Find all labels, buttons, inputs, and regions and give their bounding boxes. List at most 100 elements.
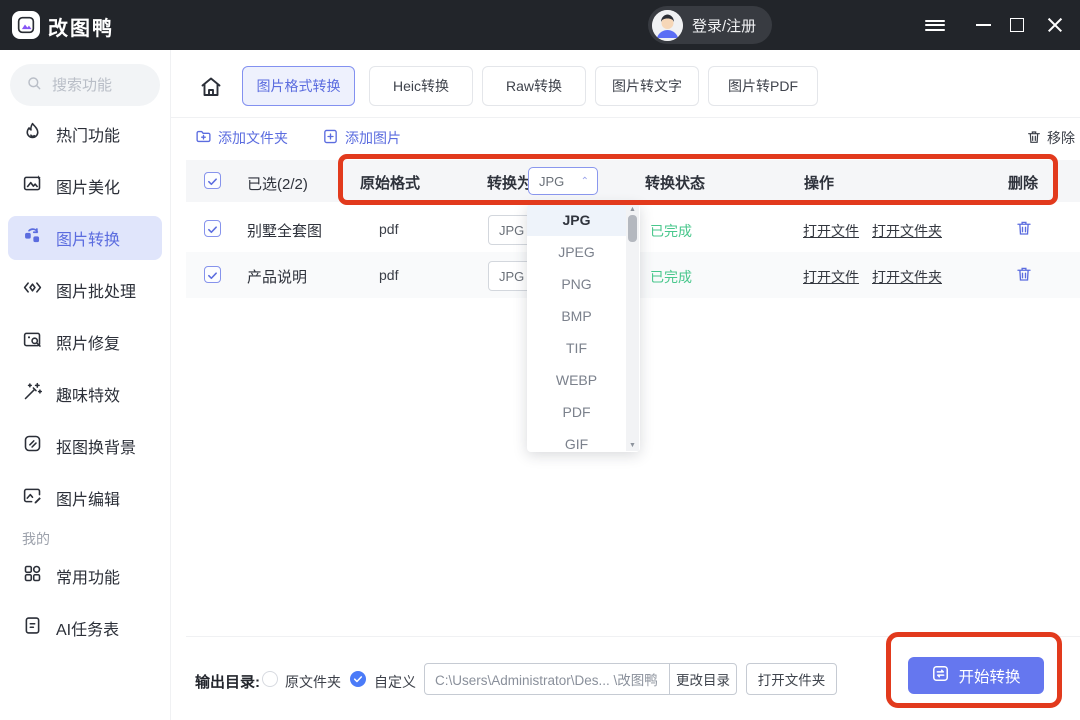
minimize-icon[interactable] [966,0,1000,50]
radio-original-folder[interactable] [262,671,278,687]
add-image-icon [322,128,339,148]
output-path-group: 更改目录 [424,663,737,695]
footer-divider [186,636,1080,637]
sidebar-item-image-convert[interactable]: 图片转换 [8,216,162,260]
sidebar-item-label: 图片编辑 [56,486,120,510]
divider [170,117,1080,118]
photo-repair-icon [22,329,43,355]
start-convert-button[interactable]: 开始转换 [908,657,1044,694]
app-title: 改图鸭 [48,12,114,41]
change-dir-button[interactable]: 更改目录 [670,664,736,694]
tab-image-to-text[interactable]: 图片转文字 [595,66,699,106]
dropdown-option-webp[interactable]: WEBP [527,364,626,396]
batch-icon [22,277,43,303]
sidebar-item-batch-process[interactable]: 图片批处理 [8,268,162,312]
tab-image-format-convert[interactable]: 图片格式转换 [242,66,355,106]
sidebar-item-label: 图片批处理 [56,278,136,302]
dropdown-option-png[interactable]: PNG [527,268,626,300]
row-checkbox[interactable] [204,220,221,237]
sidebar-item-label: 热门功能 [56,122,120,146]
maximize-icon[interactable] [1000,0,1034,50]
magic-wand-icon [22,381,43,407]
original-format-value: pdf [379,221,398,237]
home-icon[interactable] [199,75,223,104]
column-status: 转换状态 [645,172,705,193]
sidebar: 热门功能 图片美化 图片转换 [0,50,171,720]
scroll-up-icon[interactable]: ▲ [626,206,639,213]
add-image-button[interactable]: 添加图片 [322,126,401,150]
close-icon[interactable] [1038,0,1072,50]
dropdown-option-jpeg[interactable]: JPEG [527,236,626,268]
tab-label: Heic转换 [393,76,449,96]
sidebar-item-ai-task-list[interactable]: AI任务表 [8,606,162,650]
sidebar-item-image-edit[interactable]: 图片编辑 [8,476,162,520]
scrollbar-thumb[interactable] [628,215,637,242]
format-dropdown-menu: JPG JPEG PNG BMP TIF WEBP PDF GIF ▲ ▼ [527,204,640,452]
delete-row-button[interactable] [1015,265,1033,288]
titlebar: 改图鸭 登录/注册 [0,0,1080,50]
add-folder-label: 添加文件夹 [218,128,288,148]
sidebar-item-label: 照片修复 [56,330,120,354]
dropdown-option-gif[interactable]: GIF [527,428,626,452]
open-file-link[interactable]: 打开文件 [803,221,859,241]
dropdown-option-bmp[interactable]: BMP [527,300,626,332]
file-name: 别墅全套图 [247,220,322,241]
remove-button[interactable]: 移除 [1026,126,1075,150]
open-folder-link[interactable]: 打开文件夹 [872,267,942,287]
grid-icon [22,563,43,589]
add-folder-button[interactable]: 添加文件夹 [195,126,288,150]
menu-icon[interactable] [918,0,952,50]
tab-label: 图片转PDF [728,76,798,96]
header-format-select[interactable]: JPG ⌃ [528,167,598,195]
sidebar-item-label: 图片转换 [56,226,120,250]
tab-image-to-pdf[interactable]: 图片转PDF [708,66,818,106]
remove-label: 移除 [1047,128,1075,148]
sidebar-item-common-functions[interactable]: 常用功能 [8,554,162,598]
sidebar-item-photo-repair[interactable]: 照片修复 [8,320,162,364]
image-sparkle-icon [22,173,43,199]
search-icon [26,75,42,96]
select-all-checkbox[interactable] [204,172,221,189]
open-folder-link[interactable]: 打开文件夹 [872,221,942,241]
header-format-value: JPG [539,174,564,189]
search-input[interactable] [50,76,149,95]
open-folder-button[interactable]: 打开文件夹 [746,663,837,695]
sidebar-section-mine: 我的 [22,529,50,549]
row-format-value: JPG [499,223,524,238]
avatar [652,10,683,41]
delete-row-button[interactable] [1015,219,1033,242]
tab-label: 图片格式转换 [257,76,341,96]
dropdown-scrollbar[interactable]: ▲ ▼ [626,205,639,451]
sidebar-item-fun-effects[interactable]: 趣味特效 [8,372,162,416]
sidebar-item-hot-features[interactable]: 热门功能 [8,112,162,156]
dropdown-option-jpg[interactable]: JPG [527,204,626,236]
status-label: 已完成 [650,221,692,241]
sidebar-item-label: 趣味特效 [56,382,120,406]
radio-custom[interactable] [350,671,366,687]
cutout-icon [22,433,43,459]
sidebar-item-cutout-background[interactable]: 抠图换背景 [8,424,162,468]
scroll-down-icon[interactable]: ▼ [626,442,639,449]
dropdown-option-tif[interactable]: TIF [527,332,626,364]
dropdown-option-pdf[interactable]: PDF [527,396,626,428]
sidebar-item-label: 图片美化 [56,174,120,198]
login-button[interactable]: 登录/注册 [648,6,772,44]
sidebar-item-image-beautify[interactable]: 图片美化 [8,164,162,208]
app-logo-icon [12,11,40,39]
transfer-icon [931,664,950,688]
add-folder-icon [195,128,212,148]
column-action: 操作 [804,172,834,193]
original-format-value: pdf [379,267,398,283]
flame-icon [22,121,43,147]
task-list-icon [22,615,43,641]
sidebar-item-label: AI任务表 [56,616,119,640]
output-path-input[interactable] [425,664,669,694]
open-file-link[interactable]: 打开文件 [803,267,859,287]
column-original-format: 原始格式 [360,172,420,193]
row-checkbox[interactable] [204,266,221,283]
tab-heic-convert[interactable]: Heic转换 [369,66,473,106]
radio-original-folder-label: 原文件夹 [285,672,341,692]
tab-raw-convert[interactable]: Raw转换 [482,66,586,106]
row-format-value: JPG [499,269,524,284]
search-box[interactable] [10,64,160,106]
